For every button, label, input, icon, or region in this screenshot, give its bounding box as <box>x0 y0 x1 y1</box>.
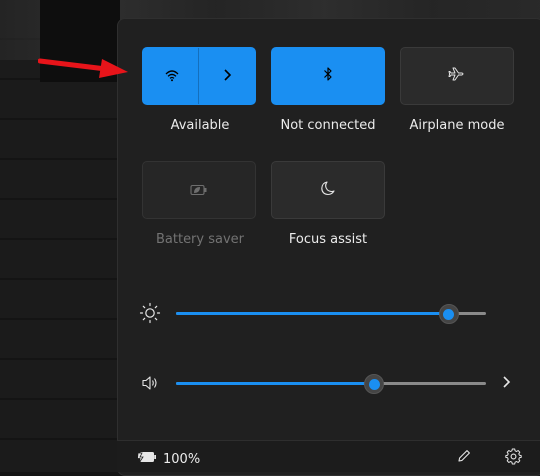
bluetooth-toggle-button[interactable] <box>271 47 385 105</box>
brightness-slider[interactable] <box>176 304 486 324</box>
airplane-toggle-button[interactable] <box>400 47 514 105</box>
bluetooth-icon <box>323 66 333 86</box>
wifi-toggle-button[interactable] <box>143 48 200 104</box>
annotation-arrow-icon <box>38 58 128 78</box>
pencil-icon <box>456 448 472 468</box>
brightness-icon <box>138 301 162 325</box>
wifi-icon <box>164 67 180 86</box>
battery-status[interactable]: 100% <box>137 450 200 468</box>
moon-icon <box>320 180 336 200</box>
volume-expand-button[interactable] <box>494 371 518 395</box>
battery-percentage: 100% <box>163 451 201 467</box>
edit-button[interactable] <box>453 447 475 469</box>
battery-saver-icon <box>190 181 208 200</box>
brightness-row <box>138 301 518 325</box>
brightness-slider-thumb[interactable] <box>438 304 459 324</box>
airplane-label: Airplane mode <box>409 118 505 133</box>
chevron-right-icon <box>222 67 232 86</box>
airplane-icon <box>448 65 466 87</box>
chevron-right-icon <box>501 374 511 393</box>
volume-row <box>138 371 518 395</box>
wifi-label: Available <box>170 118 230 133</box>
gear-icon <box>504 448 522 469</box>
bluetooth-label: Not connected <box>280 118 376 133</box>
wifi-expand-button[interactable] <box>198 48 255 104</box>
volume-slider-thumb[interactable] <box>364 374 385 394</box>
speaker-icon[interactable] <box>138 371 162 395</box>
brightness-slider-fill <box>176 312 449 315</box>
volume-slider[interactable] <box>176 374 486 394</box>
battery-charging-icon <box>137 450 157 468</box>
wifi-tile <box>142 47 256 105</box>
focus-assist-toggle-button[interactable] <box>271 161 385 219</box>
battery-saver-label: Battery saver <box>155 232 245 247</box>
volume-slider-fill <box>176 382 375 385</box>
quick-settings-footer: 100% <box>117 440 540 472</box>
settings-button[interactable] <box>502 447 524 469</box>
battery-saver-toggle-button[interactable] <box>142 161 256 219</box>
focus-assist-label: Focus assist <box>288 232 368 247</box>
